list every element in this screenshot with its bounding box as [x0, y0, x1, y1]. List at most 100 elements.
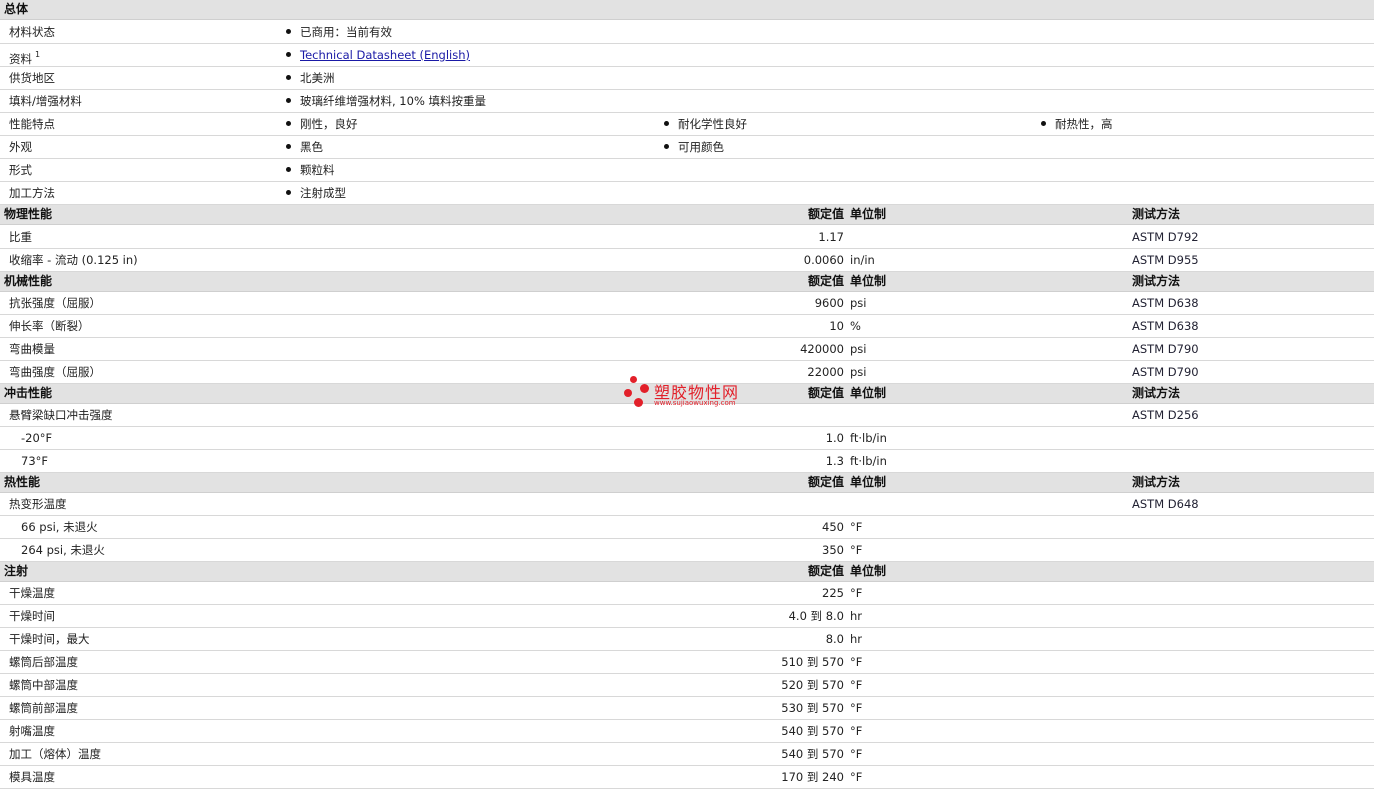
row-test-method: ASTM D955 [1132, 253, 1199, 267]
row-test-method: ASTM D648 [1132, 497, 1199, 511]
row-label: 材料状态 [9, 25, 55, 39]
table-row: 73°F 1.3 ft·lb/in [0, 450, 1374, 473]
row-value: 10 [829, 319, 844, 333]
bullet-icon [286, 121, 291, 126]
row-value: 刚性，良好 [286, 113, 358, 135]
col-test-header: 测试方法 [1132, 207, 1181, 221]
col-unit-header: 单位制 [850, 564, 887, 578]
row-label: 弯曲模量 [9, 342, 55, 356]
row-label: 干燥时间，最大 [9, 632, 90, 646]
bullet-icon [664, 121, 669, 126]
row-value: 540 到 570 [781, 747, 844, 761]
col-rated-header: 额定值 [807, 564, 844, 578]
bullet-icon [286, 75, 291, 80]
table-row: 伸长率（断裂） 10 % ASTM D638 [0, 315, 1374, 338]
col-unit-header: 单位制 [850, 475, 887, 489]
logo-dot-icon [624, 389, 632, 397]
row-label: 外观 [9, 140, 32, 154]
row-unit: °F [850, 586, 863, 600]
bullet-icon [286, 144, 291, 149]
row-label: 干燥温度 [9, 586, 55, 600]
table-row: 射嘴温度 540 到 570 °F [0, 720, 1374, 743]
row-label: 干燥时间 [9, 609, 55, 623]
logo-dot-icon [634, 398, 643, 407]
row-value: 黑色 [286, 136, 323, 158]
section-title: 注射 [4, 564, 29, 578]
row-unit: °F [850, 770, 863, 784]
row-unit: psi [850, 296, 867, 310]
bullet-icon [1041, 121, 1046, 126]
col-test-header: 测试方法 [1132, 386, 1181, 400]
row-label: 73°F [21, 454, 48, 468]
table-row: 比重 1.17 ASTM D792 [0, 226, 1374, 249]
row-unit: °F [850, 724, 863, 738]
col-unit-header: 单位制 [850, 386, 887, 400]
section-header-physical: 物理性能 额定值 单位制 测试方法 [0, 205, 1374, 225]
table-row: 弯曲模量 420000 psi ASTM D790 [0, 338, 1374, 361]
row-value: 北美洲 [286, 67, 335, 89]
bullet-icon [286, 167, 291, 172]
row-label: 抗张强度（屈服） [9, 296, 101, 310]
row-value: 530 到 570 [781, 701, 844, 715]
row-unit: psi [850, 342, 867, 356]
row-value: 22000 [807, 365, 844, 379]
row-unit: ft·lb/in [850, 431, 887, 445]
row-value: 520 到 570 [781, 678, 844, 692]
table-row: 66 psi, 未退火 450 °F [0, 516, 1374, 539]
table-row: 热变形温度 ASTM D648 [0, 493, 1374, 516]
row-filler: 填料/增强材料 玻璃纤维增强材料, 10% 填料按重量 [0, 90, 1374, 113]
table-row: 螺筒后部温度 510 到 570 °F [0, 651, 1374, 674]
table-row: 螺筒前部温度 530 到 570 °F [0, 697, 1374, 720]
watermark-url: www.sujiaowuxing.com [654, 399, 736, 407]
logo-dot-icon [630, 376, 637, 383]
row-value: 颗粒料 [286, 159, 335, 181]
col-test-header: 测试方法 [1132, 274, 1181, 288]
row-value: 0.0060 [803, 253, 844, 267]
row-value: 已商用：当前有效 [286, 21, 392, 43]
row-unit: °F [850, 747, 863, 761]
section-header-mechanical: 机械性能 额定值 单位制 测试方法 [0, 272, 1374, 292]
col-rated-header: 额定值 [807, 475, 844, 489]
row-material-status: 材料状态 已商用：当前有效 [0, 21, 1374, 44]
row-label: 悬臂梁缺口冲击强度 [9, 408, 113, 422]
row-processing-method: 加工方法 注射成型 [0, 182, 1374, 205]
technical-datasheet-link[interactable]: Technical Datasheet (English) [300, 48, 470, 62]
row-value: 4.0 到 8.0 [788, 609, 844, 623]
row-value: 可用颜色 [664, 136, 724, 158]
row-label: 热变形温度 [9, 497, 67, 511]
row-value: 1.0 [825, 431, 844, 445]
row-test-method: ASTM D790 [1132, 365, 1199, 379]
row-value: 225 [822, 586, 844, 600]
row-test-method: ASTM D790 [1132, 342, 1199, 356]
bullet-icon [286, 98, 291, 103]
row-unit: psi [850, 365, 867, 379]
row-unit: °F [850, 701, 863, 715]
row-label: 填料/增强材料 [9, 94, 82, 108]
table-row: 干燥时间 4.0 到 8.0 hr [0, 605, 1374, 628]
row-label: 形式 [9, 163, 32, 177]
row-value: 8.0 [825, 632, 844, 646]
row-label: 加工方法 [9, 186, 55, 200]
section-header-general: 总体 [0, 0, 1374, 20]
row-unit: ft·lb/in [850, 454, 887, 468]
row-value: Technical Datasheet (English) [286, 44, 470, 66]
row-value: 540 到 570 [781, 724, 844, 738]
footnote-marker: 1 [35, 50, 41, 59]
row-value: 注射成型 [286, 182, 346, 204]
col-rated-header: 额定值 [807, 386, 844, 400]
row-label: 66 psi, 未退火 [21, 520, 98, 534]
table-row: 抗张强度（屈服） 9600 psi ASTM D638 [0, 292, 1374, 315]
row-label: 加工（熔体）温度 [9, 747, 101, 761]
section-title: 物理性能 [4, 207, 53, 221]
section-title: 机械性能 [4, 274, 53, 288]
row-label: 264 psi, 未退火 [21, 543, 105, 557]
row-unit: °F [850, 520, 863, 534]
section-title: 总体 [4, 2, 29, 16]
row-label: 供货地区 [9, 71, 55, 85]
row-unit: hr [850, 632, 863, 646]
table-row: 干燥温度 225 °F [0, 582, 1374, 605]
col-rated-header: 额定值 [807, 207, 844, 221]
row-unit: °F [850, 543, 863, 557]
logo-dot-icon [640, 384, 649, 393]
row-appearance: 外观 黑色 可用颜色 [0, 136, 1374, 159]
